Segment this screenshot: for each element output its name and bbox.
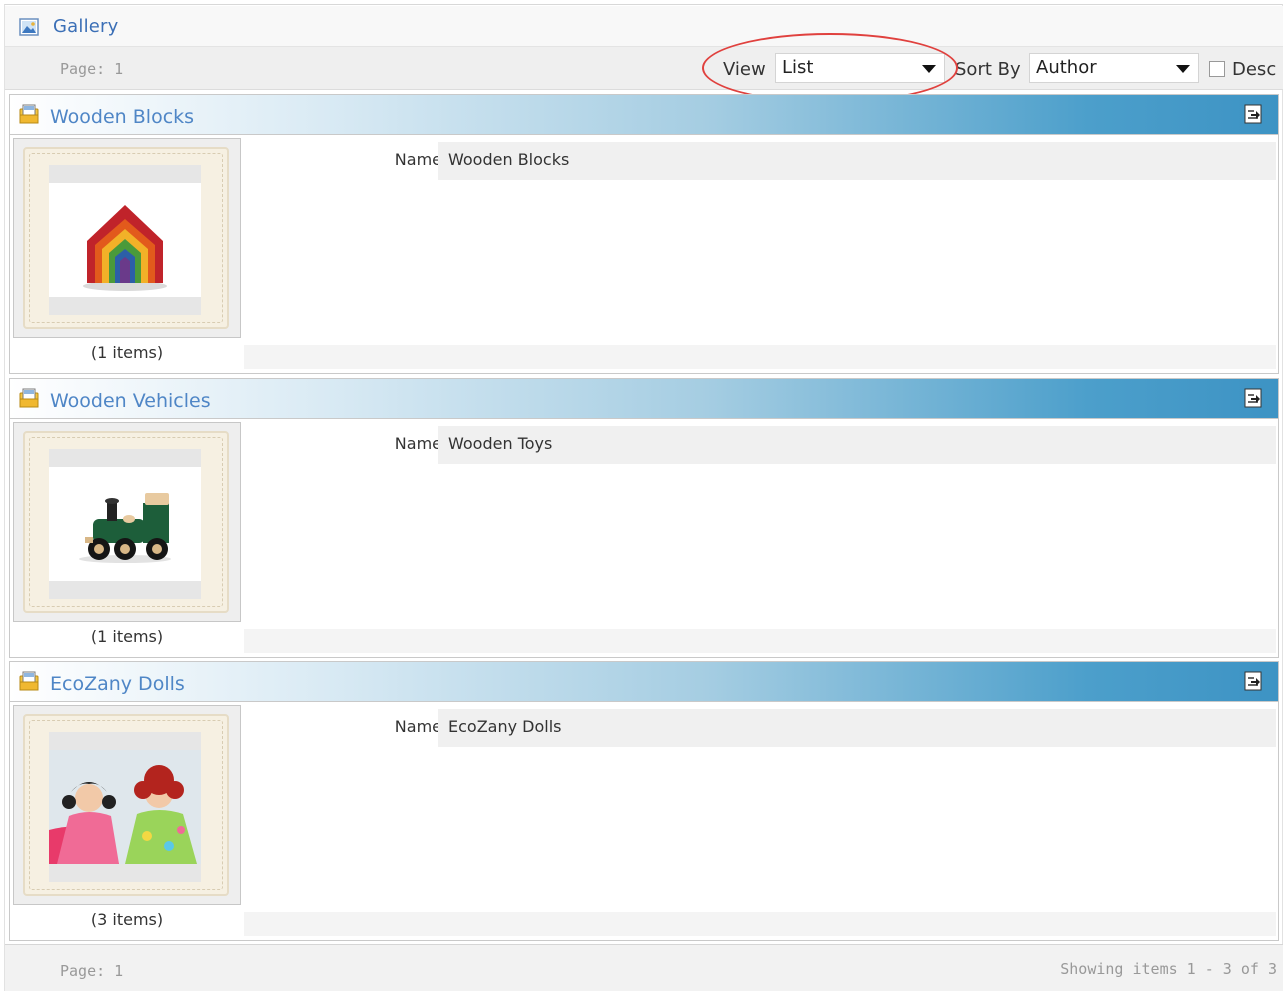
album-details: Name Wooden Toys xyxy=(244,422,1276,626)
thumbnail-image-area xyxy=(49,165,201,315)
name-label: Name xyxy=(394,717,442,736)
album-thumbnail[interactable] xyxy=(13,138,241,338)
album-header: EcoZany Dolls xyxy=(10,662,1278,702)
album-panel: EcoZany Dolls (3 items) Name EcoZany Dol… xyxy=(9,661,1279,941)
name-label: Name xyxy=(394,434,442,453)
album-details: Name Wooden Blocks xyxy=(244,138,1276,342)
name-value: EcoZany Dolls xyxy=(438,709,1276,747)
album-icon xyxy=(19,671,39,691)
album-title-link[interactable]: Wooden Blocks xyxy=(50,106,194,128)
footer-page-indicator: Page: 1 xyxy=(60,962,124,980)
showing-items-text: Showing items 1 - 3 of 3 xyxy=(1060,960,1277,978)
gallery-footer: Page: 1 Showing items 1 - 3 of 3 xyxy=(5,944,1283,991)
page-indicator: Page: 1 xyxy=(60,60,124,78)
rainbow-house-blocks-image[interactable] xyxy=(49,183,201,297)
album-title-link[interactable]: Wooden Vehicles xyxy=(50,390,211,412)
footer-bar xyxy=(244,345,1276,369)
footer-bar xyxy=(244,912,1276,936)
name-value: Wooden Blocks xyxy=(438,142,1276,180)
album-thumbnail[interactable] xyxy=(13,422,241,622)
album-header: Wooden Blocks xyxy=(10,95,1278,135)
sort-by-label: Sort By xyxy=(955,59,1021,80)
sort-select-value: Author xyxy=(1036,57,1097,78)
photo-frame xyxy=(23,714,229,896)
name-value-text: Wooden Blocks xyxy=(448,150,570,169)
view-select-value: List xyxy=(782,57,814,78)
wooden-train-image[interactable] xyxy=(49,467,201,581)
export-icon[interactable] xyxy=(1242,387,1264,409)
album-details: Name EcoZany Dolls xyxy=(244,705,1276,909)
view-select[interactable]: List xyxy=(775,53,945,83)
desc-label[interactable]: Desc xyxy=(1232,59,1276,80)
item-count: (1 items) xyxy=(90,343,164,362)
photo-frame xyxy=(23,147,229,329)
picture-icon xyxy=(19,18,39,36)
thumbnail-image-area xyxy=(49,732,201,882)
rag-dolls-image[interactable] xyxy=(49,750,201,864)
item-count: (1 items) xyxy=(90,627,164,646)
desc-checkbox[interactable] xyxy=(1209,61,1225,77)
album-panel: Wooden Vehicles (1 items) Name Wooden To… xyxy=(9,378,1279,658)
view-label: View xyxy=(723,59,766,80)
name-value-text: EcoZany Dolls xyxy=(448,717,562,736)
item-count: (3 items) xyxy=(90,910,164,929)
album-header: Wooden Vehicles xyxy=(10,379,1278,419)
gallery-toolbar: Page: 1 View List Sort By Author Desc xyxy=(5,46,1283,90)
sort-select[interactable]: Author xyxy=(1029,53,1199,83)
gallery-title-link[interactable]: Gallery xyxy=(53,16,119,37)
photo-frame xyxy=(23,431,229,613)
export-icon[interactable] xyxy=(1242,670,1264,692)
chevron-down-icon xyxy=(922,65,936,73)
album-icon xyxy=(19,104,39,124)
name-value-text: Wooden Toys xyxy=(448,434,553,453)
thumbnail-image-area xyxy=(49,449,201,599)
album-title-link[interactable]: EcoZany Dolls xyxy=(50,673,185,695)
gallery-title-bar: Gallery xyxy=(5,6,1283,46)
album-panel: Wooden Blocks (1 items) Name Wooden Bloc… xyxy=(9,94,1279,374)
chevron-down-icon xyxy=(1176,65,1190,73)
footer-bar xyxy=(244,629,1276,653)
name-value: Wooden Toys xyxy=(438,426,1276,464)
album-thumbnail[interactable] xyxy=(13,705,241,905)
export-icon[interactable] xyxy=(1242,103,1264,125)
album-icon xyxy=(19,388,39,408)
name-label: Name xyxy=(394,150,442,169)
